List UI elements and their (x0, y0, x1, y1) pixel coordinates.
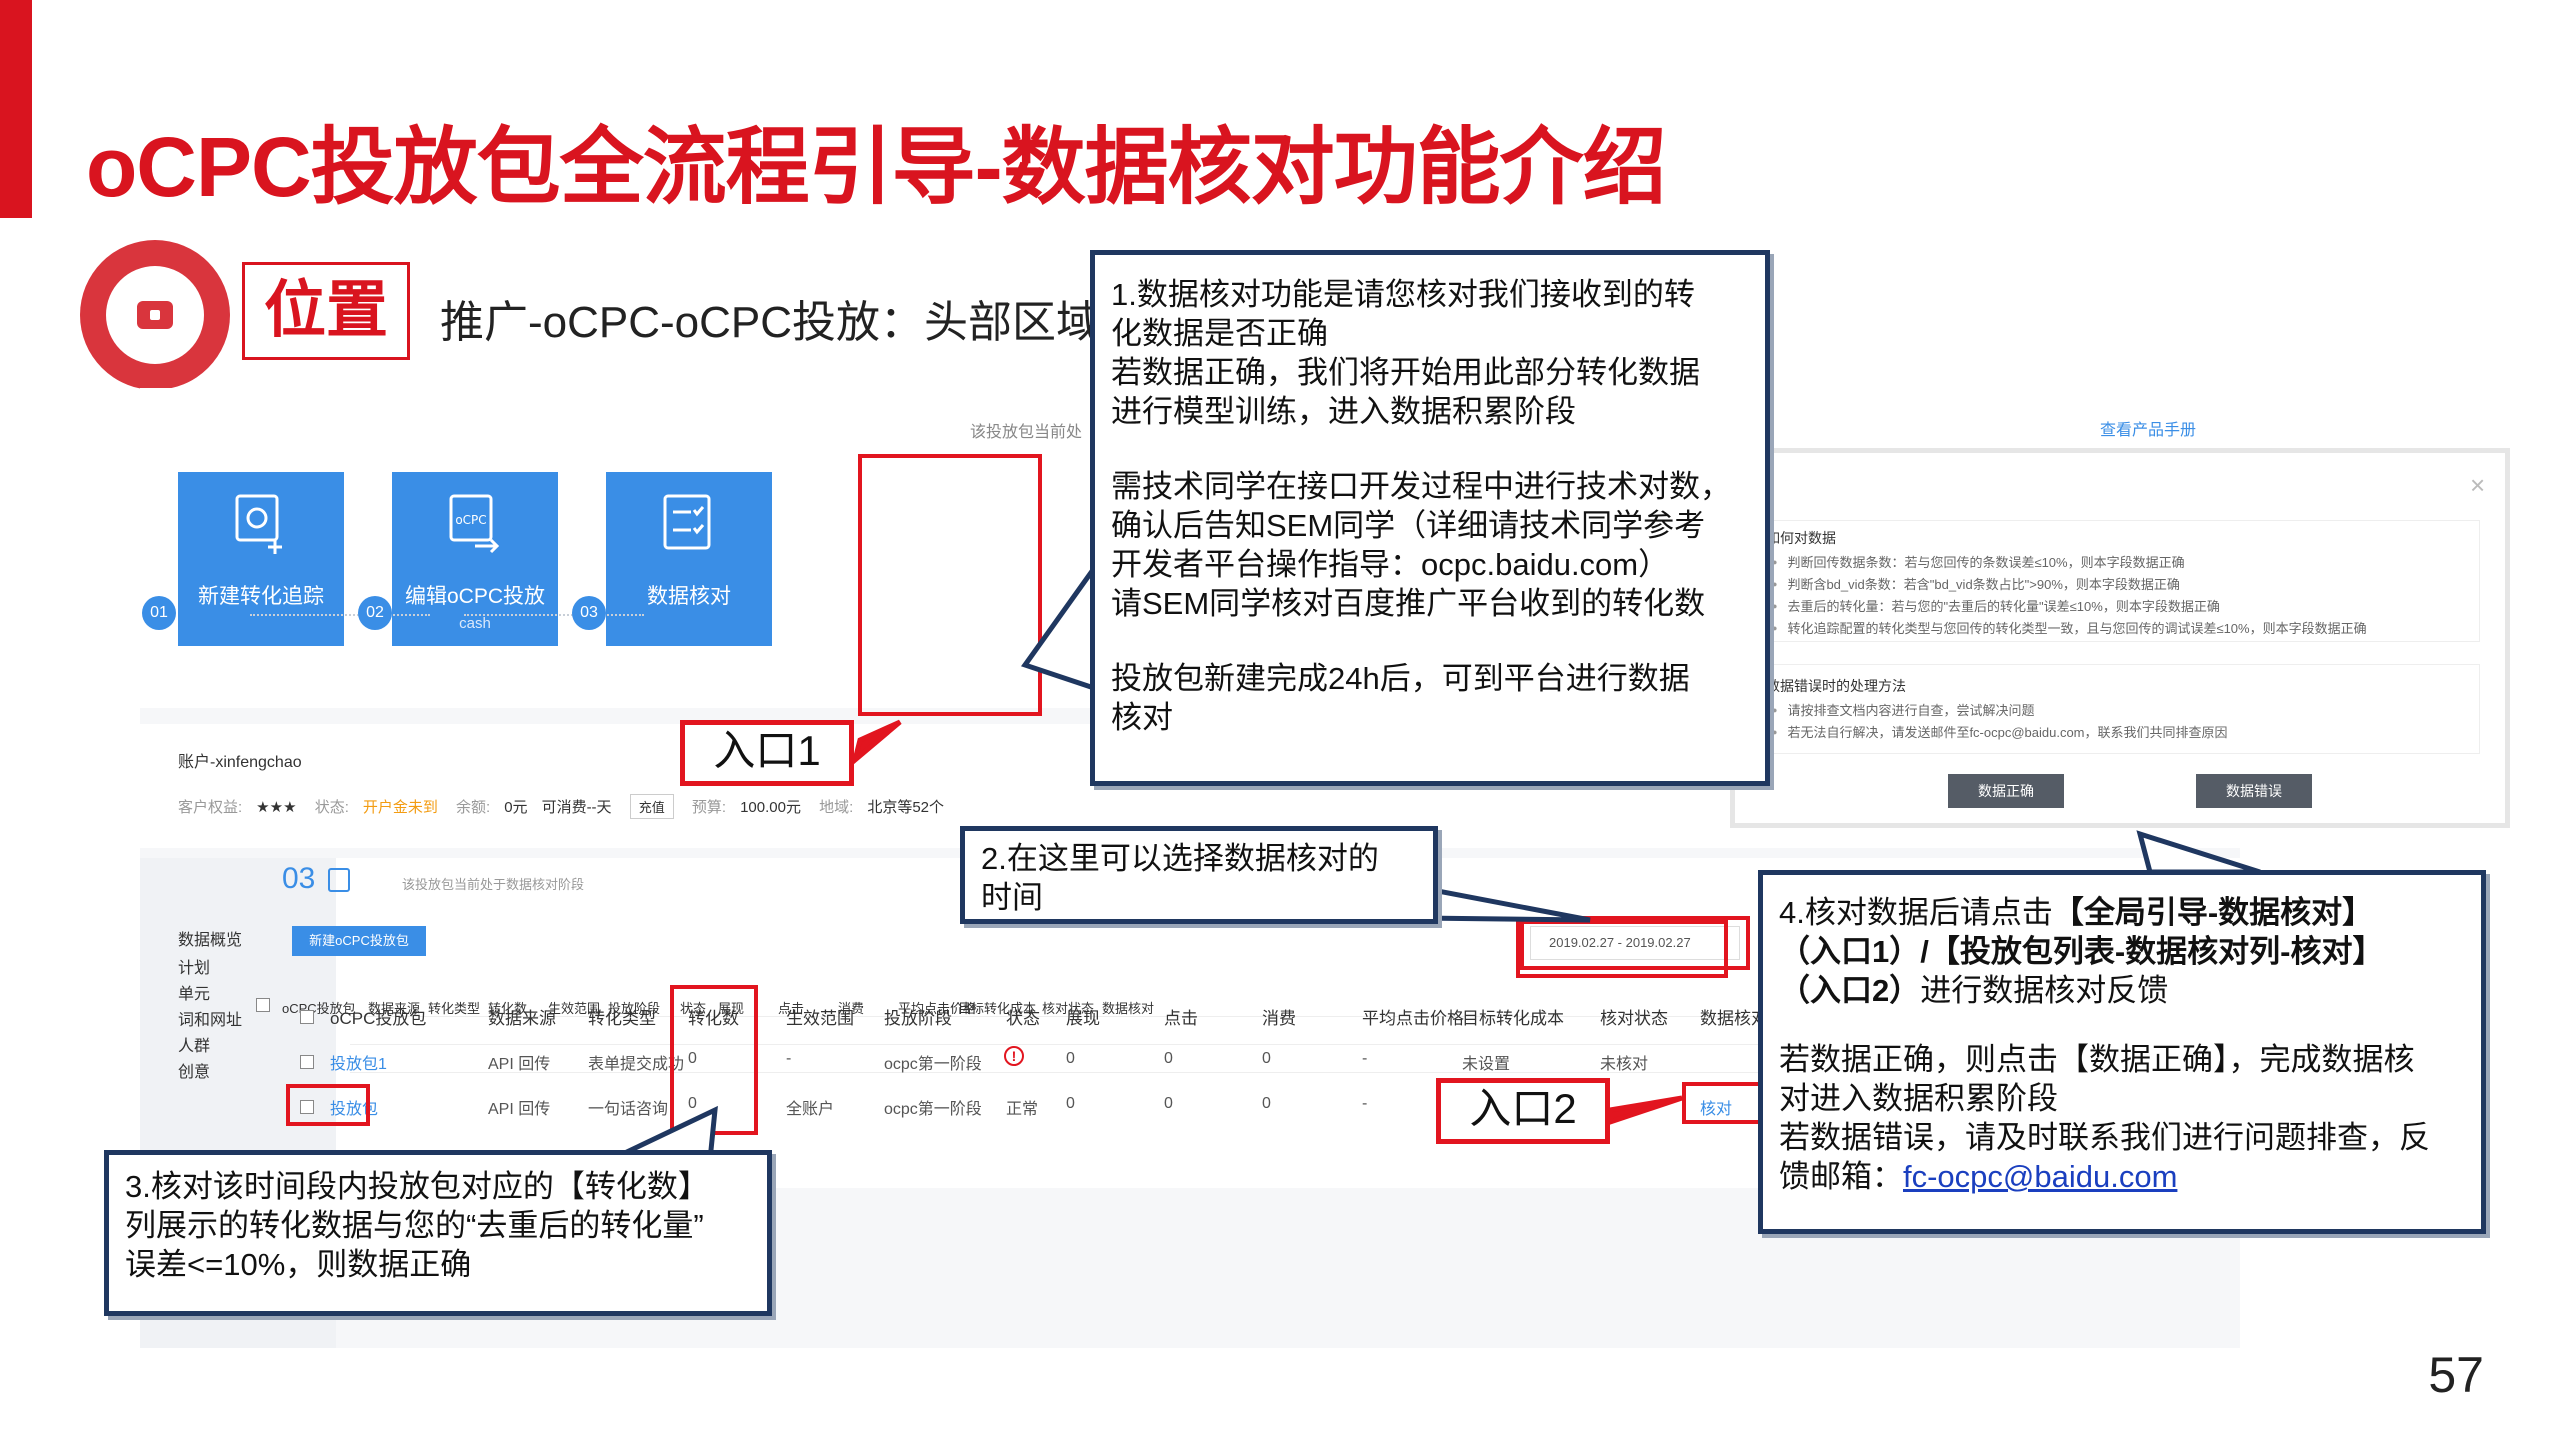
callout-data-check-intro: 1.数据核对功能是请您核对我们接收到的转 化数据是否正确 若数据正确，我们将开始… (1090, 250, 1770, 786)
entry1-pointer (850, 719, 902, 767)
callout4-pointer (2136, 830, 2261, 875)
callout1-pointer (1020, 552, 1103, 694)
callout-conversion-check: 3.核对该时间段内投放包对应的【转化数】 列展示的转化数据与您的“去重后的转化量… (104, 1150, 772, 1316)
callout-date-select: 2.在这里可以选择数据核对的 时间 (960, 826, 1438, 924)
feedback-email-link[interactable]: fc-ocpc@baidu.com (1903, 1159, 2177, 1194)
entry2-label: 入口2 (1436, 1078, 1610, 1144)
callout-feedback: 4.核对数据后请点击【全局引导-数据核对】 （入口1）/【投放包列表-数据核对列… (1758, 870, 2486, 1234)
entry1-label: 入口1 (680, 720, 854, 786)
entry2-pointer (1607, 1095, 1683, 1126)
page-number: 57 (2428, 1347, 2484, 1403)
